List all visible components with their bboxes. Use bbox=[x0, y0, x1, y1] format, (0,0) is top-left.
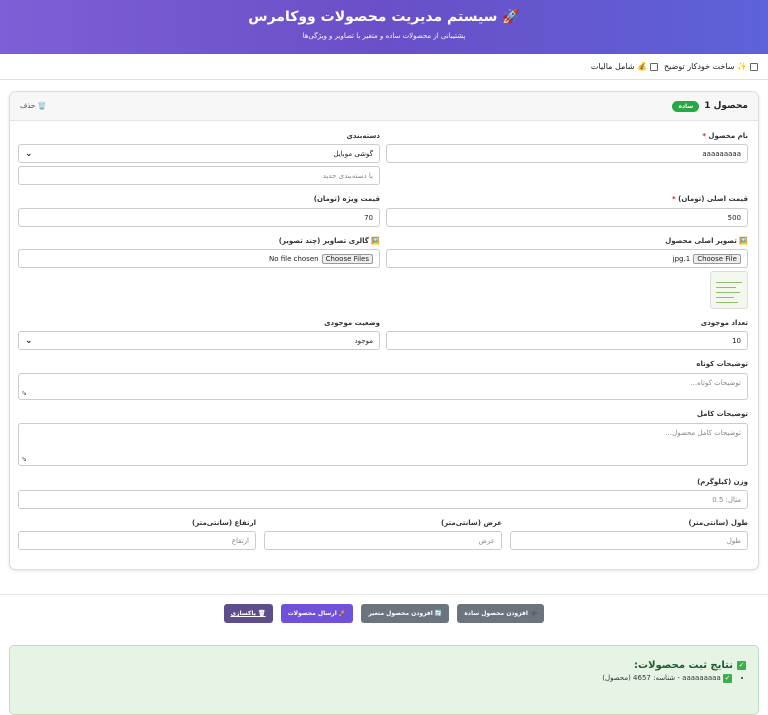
full-description-label: توضیحات کامل bbox=[696, 410, 748, 418]
length-label: طول (سانتی‌متر) bbox=[688, 519, 748, 527]
category-select[interactable]: گوشی موبایل ⌄ bbox=[18, 144, 380, 163]
submit-products-button[interactable]: 🚀 ارسال محصولات bbox=[280, 604, 354, 623]
stock-quantity-label: تعداد موجودی bbox=[700, 319, 748, 327]
include-tax-option[interactable]: 💰 شامل مالیات bbox=[591, 62, 658, 71]
add-simple-product-button[interactable]: ➕ افزودن محصول ساده bbox=[457, 604, 545, 623]
choose-files-button[interactable]: Choose Files bbox=[321, 253, 373, 264]
stock-status-select[interactable]: موجود ⌄ bbox=[18, 331, 380, 350]
main-image-input[interactable]: Choose File 1.jpg bbox=[386, 249, 748, 268]
stock-quantity-input[interactable]: 10 bbox=[386, 331, 748, 350]
auto-description-label: ✨ ساخت خودکار توضیح bbox=[663, 62, 747, 71]
results-title-text: نتایج ثبت محصولات: bbox=[634, 660, 733, 671]
price-input[interactable]: 500 bbox=[386, 208, 748, 227]
page-subtitle: پشتیبانی از محصولات ساده و متغیر با تصاو… bbox=[302, 32, 466, 40]
choose-file-button[interactable]: Choose File bbox=[693, 253, 741, 264]
short-description-textarea[interactable]: توضیحات کوتاه... ⇘ bbox=[18, 373, 748, 400]
gallery-filename: No file chosen bbox=[268, 254, 319, 263]
full-description-textarea[interactable]: توضیحات کامل محصول... ⇘ bbox=[18, 423, 748, 466]
width-label: عرض (سانتی‌متر) bbox=[440, 519, 502, 527]
check-icon: ✓ bbox=[737, 661, 746, 670]
main-image-filename: 1.jpg bbox=[672, 254, 691, 263]
product-card: محصول 1 ساده 🗑️ حذف نام محصول * aaaaaaaa… bbox=[9, 91, 759, 570]
resize-handle-icon[interactable]: ⇘ bbox=[21, 455, 27, 463]
product-title: محصول 1 bbox=[704, 101, 748, 111]
price-label: قیمت اصلی (تومان) * bbox=[672, 195, 748, 203]
main-image-label: 🖼️ تصویر اصلی محصول bbox=[665, 237, 748, 245]
required-marker: * bbox=[672, 195, 676, 203]
full-description-placeholder: توضیحات کامل محصول... bbox=[665, 429, 741, 437]
weight-input[interactable]: مثال: 0.5 bbox=[18, 490, 748, 509]
auto-description-option[interactable]: ✨ ساخت خودکار توضیح bbox=[664, 62, 758, 71]
include-tax-label: 💰 شامل مالیات bbox=[590, 62, 647, 71]
height-label: ارتفاع (سانتی‌متر) bbox=[192, 519, 256, 527]
length-input[interactable]: طول bbox=[510, 531, 748, 550]
weight-label: وزن (کیلوگرم) bbox=[697, 478, 748, 486]
product-card-title: محصول 1 ساده bbox=[672, 100, 748, 112]
stock-status-selected: موجود bbox=[354, 336, 373, 345]
width-input[interactable]: عرض bbox=[264, 531, 502, 550]
product-name-label: نام محصول * bbox=[702, 132, 748, 140]
short-description-placeholder: توضیحات کوتاه... bbox=[690, 379, 741, 387]
results-title: ✓ نتایج ثبت محصولات: bbox=[22, 660, 746, 671]
stock-status-label: وضعیت موجودی bbox=[324, 319, 380, 327]
delete-product-button[interactable]: 🗑️ حذف bbox=[20, 102, 46, 110]
product-name-label-text: نام محصول bbox=[708, 132, 748, 140]
check-icon: ✓ bbox=[723, 674, 732, 683]
product-type-badge: ساده bbox=[672, 100, 700, 112]
main-image-thumbnail bbox=[710, 271, 748, 309]
page-title: 🚀 سیستم مدیریت محصولات ووکامرس bbox=[248, 9, 520, 25]
resize-handle-icon[interactable]: ⇘ bbox=[21, 389, 27, 397]
auto-description-checkbox[interactable] bbox=[750, 62, 758, 71]
new-category-input[interactable]: یا دسته‌بندی جدید bbox=[18, 166, 380, 185]
result-text: aaaaaaaaa - شناسه: 4657 (محصول) bbox=[602, 674, 721, 682]
required-marker: * bbox=[702, 132, 706, 140]
chevron-down-icon: ⌄ bbox=[25, 148, 33, 159]
add-variable-product-button[interactable]: 🔄 افزودن محصول متغیر bbox=[361, 604, 450, 623]
height-input[interactable]: ارتفاع bbox=[18, 531, 256, 550]
product-card-header: محصول 1 ساده 🗑️ حذف bbox=[10, 92, 758, 121]
category-label: دسته‌بندی bbox=[346, 132, 380, 140]
chevron-down-icon: ⌄ bbox=[25, 335, 33, 346]
price-label-text: قیمت اصلی (تومان) bbox=[678, 195, 748, 203]
short-description-label: توضیحات کوتاه bbox=[696, 360, 748, 368]
list-item: ✓ aaaaaaaaa - شناسه: 4657 (محصول) bbox=[22, 674, 732, 683]
sale-price-label: قیمت ویژه (تومان) bbox=[313, 195, 380, 203]
product-name-input[interactable]: aaaaaaaaa bbox=[386, 144, 748, 163]
results-panel: ✓ نتایج ثبت محصولات: ✓ aaaaaaaaa - شناسه… bbox=[9, 645, 759, 715]
reset-button[interactable]: 🗑 پاکسازی bbox=[223, 604, 273, 623]
results-list: ✓ aaaaaaaaa - شناسه: 4657 (محصول) bbox=[22, 674, 732, 683]
gallery-label: 🖼️ گالری تصاویر (چند تصویر) bbox=[278, 237, 380, 245]
gallery-input[interactable]: Choose Files No file chosen bbox=[18, 249, 380, 268]
options-bar: ✨ ساخت خودکار توضیح 💰 شامل مالیات bbox=[0, 54, 768, 80]
page-header: 🚀 سیستم مدیریت محصولات ووکامرس پشتیبانی … bbox=[0, 0, 768, 54]
category-selected: گوشی موبایل bbox=[333, 149, 373, 158]
actions-bar: ➕ افزودن محصول ساده 🔄 افزودن محصول متغیر… bbox=[0, 594, 768, 632]
include-tax-checkbox[interactable] bbox=[649, 62, 658, 71]
sale-price-input[interactable]: 70 bbox=[18, 208, 380, 227]
